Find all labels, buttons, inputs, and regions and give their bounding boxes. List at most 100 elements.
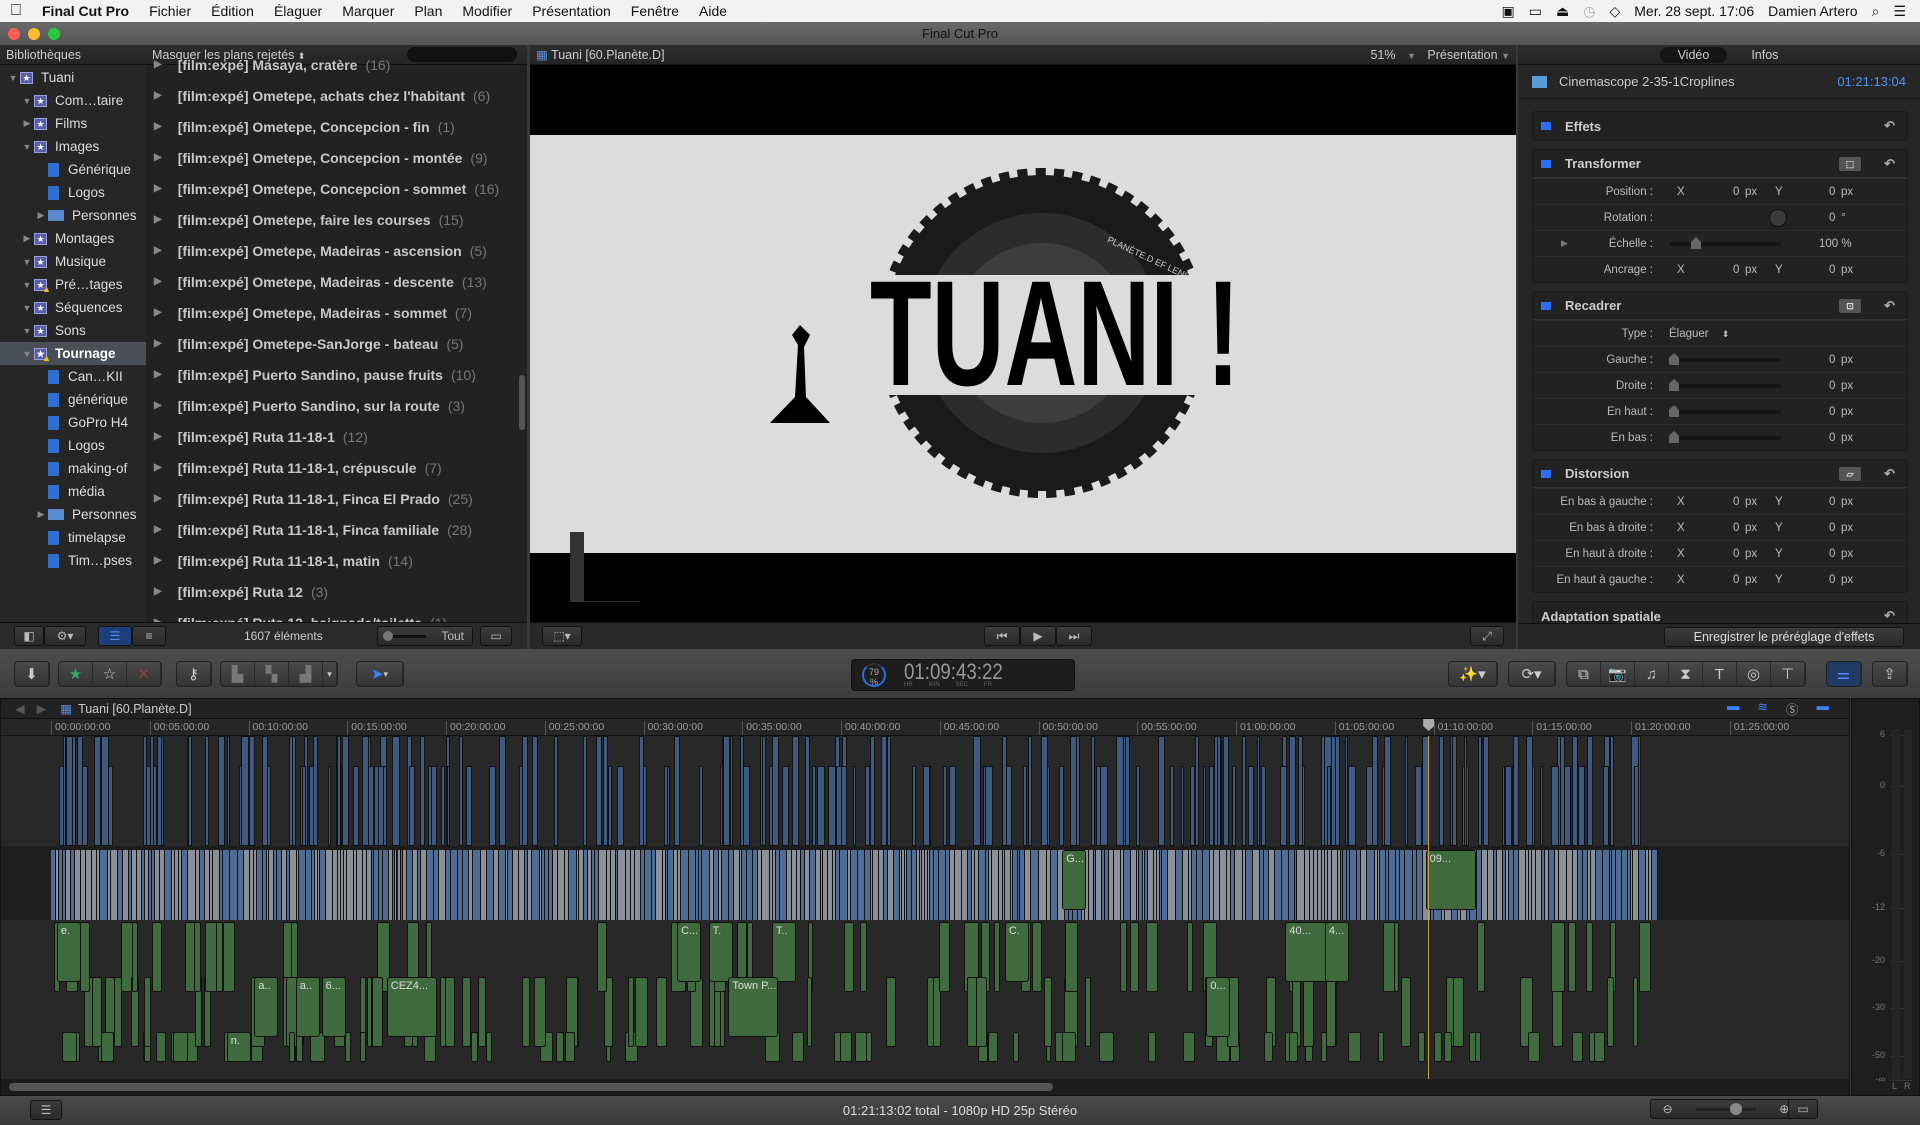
audio-clip[interactable] (565, 1032, 576, 1062)
audio-clip[interactable] (360, 1032, 366, 1062)
connected-clip[interactable] (1231, 766, 1236, 846)
audio-clip[interactable] (844, 922, 854, 992)
connected-clip[interactable] (327, 766, 332, 846)
connected-clip[interactable] (142, 736, 147, 846)
snapping-icon[interactable]: ▬ (1817, 699, 1830, 718)
connected-clip[interactable] (1180, 766, 1185, 846)
reset-icon[interactable]: ↶ (1884, 298, 1895, 314)
audio-clip[interactable] (967, 977, 978, 1047)
audio-clip[interactable] (1129, 922, 1140, 992)
connected-clip[interactable] (1242, 736, 1246, 846)
video-effects-icon[interactable]: ⧉ (1567, 662, 1601, 686)
audio-clip[interactable] (1187, 922, 1193, 992)
connected-clip[interactable] (643, 766, 648, 846)
scale-field[interactable]: 100 % (1819, 238, 1852, 250)
zoom-popup[interactable]: 51% (1370, 48, 1395, 62)
connected-clip[interactable] (1603, 766, 1609, 846)
time-machine-icon[interactable]: ◷ (1583, 3, 1595, 20)
distort-onscreen-button[interactable]: ▱ (1839, 466, 1861, 481)
audio-clip[interactable] (859, 922, 868, 992)
titles-icon[interactable]: T (1703, 662, 1737, 686)
video-clip[interactable] (722, 850, 729, 920)
clip-appearance-button[interactable]: ▭ (1788, 1099, 1818, 1119)
audio-clip[interactable] (1585, 922, 1594, 992)
audio-clip[interactable] (1606, 977, 1614, 1047)
library-item[interactable]: ▶ Personnes (0, 503, 146, 526)
connected-clip[interactable] (729, 736, 734, 846)
video-clip[interactable] (558, 850, 566, 920)
video-skimming-icon[interactable]: ▬ (1727, 699, 1740, 718)
audio-clip[interactable] (1032, 922, 1043, 992)
audio-clip[interactable] (1182, 1032, 1196, 1062)
browser-item[interactable]: ▶ [film:expé] Ometepe, Concepcion - fin (1… (146, 111, 527, 142)
library-item[interactable]: ▼ ★ ▲ Pré…tages (0, 273, 146, 296)
menu-6[interactable]: Présentation (522, 3, 621, 19)
video-clip[interactable] (599, 850, 607, 920)
video-clip[interactable] (325, 850, 333, 920)
position-y-field[interactable]: 0 (1829, 186, 1835, 198)
save-effects-preset-button[interactable]: Enregistrer le préréglage d'effets (1664, 627, 1904, 647)
connected-clip[interactable] (446, 766, 451, 846)
edit-mode-dropdown[interactable]: ▾ (323, 662, 337, 686)
connected-clip[interactable] (1247, 766, 1255, 846)
audio-clip[interactable] (485, 1032, 493, 1062)
disclosure-triangle-icon[interactable]: ▶ (154, 462, 162, 473)
library-item[interactable]: média (0, 480, 146, 503)
connected-clip[interactable] (1203, 766, 1207, 846)
disclosure-triangle-icon[interactable]: ▶ (154, 90, 162, 101)
connected-clip[interactable] (723, 736, 730, 846)
browser-item[interactable]: ▶ [film:expé] Ometepe, Madeiras - ascensi… (146, 235, 527, 266)
disclosure-triangle-icon[interactable]: ▶ (154, 276, 162, 287)
audio-clip[interactable] (155, 1032, 166, 1062)
audio-clip[interactable] (1147, 1032, 1156, 1062)
audio-clip[interactable] (939, 922, 951, 992)
audio-clip[interactable] (1061, 1032, 1076, 1062)
enhancements-icon[interactable]: ✨▾ (1449, 662, 1497, 686)
browser-item[interactable]: ▶ [film:expé] Ruta 11-18-1, crépuscule (7) (146, 452, 527, 483)
disclosure-triangle-icon[interactable]: ▼ (20, 280, 34, 290)
themes-icon[interactable]: ⊤ (1771, 662, 1805, 686)
browser-scrollbar[interactable] (519, 375, 525, 430)
browser-item[interactable]: ▶ [film:expé] Ometepe, Madeiras - sommet (… (146, 297, 527, 328)
transform-onscreen-button[interactable]: ⬚ (1839, 156, 1861, 171)
anchor-y-field[interactable]: 0 (1829, 264, 1835, 276)
connected-clip[interactable] (1135, 766, 1140, 846)
browser-search-input[interactable] (407, 47, 517, 62)
audio-clip[interactable] (708, 977, 716, 1047)
audio-clip[interactable] (1527, 1032, 1540, 1062)
audio-clip[interactable] (1325, 977, 1336, 1047)
audio-clip[interactable] (1146, 922, 1158, 992)
disclosure-triangle-icon[interactable]: ▶ (154, 493, 162, 504)
rotation-dial[interactable] (1769, 209, 1787, 227)
browser-item[interactable]: ▶ [film:expé] Ruta 11-18-1, Finca El Prad… (146, 483, 527, 514)
connected-clip[interactable] (1633, 766, 1639, 846)
audio-clip[interactable] (372, 977, 384, 1047)
audio-clip[interactable] (1084, 977, 1092, 1047)
connected-clip[interactable] (521, 736, 529, 846)
connected-clip[interactable] (1256, 736, 1260, 846)
share-icon[interactable]: ⇪ (1873, 662, 1907, 686)
distort-y-field[interactable]: 0 (1829, 522, 1835, 534)
video-clip[interactable] (1246, 850, 1254, 920)
disclosure-triangle-icon[interactable]: ▼ (20, 349, 34, 359)
labeled-clip[interactable]: C. (1004, 922, 1029, 982)
distortion-enable-checkbox[interactable] (1541, 469, 1551, 478)
crop-value-field[interactable]: 0 (1829, 354, 1835, 366)
audio-clip[interactable] (1119, 922, 1127, 992)
connected-clip[interactable] (1058, 766, 1064, 846)
library-item[interactable]: ▼ ★ Séquences (0, 296, 146, 319)
fullscreen-button[interactable]: ⤢ (1470, 626, 1504, 646)
view-popup[interactable]: Présentation (1427, 48, 1497, 62)
distort-x-field[interactable]: 0 (1733, 522, 1739, 534)
video-clip[interactable] (498, 850, 507, 920)
connected-clip[interactable] (352, 766, 360, 846)
audio-clip[interactable] (289, 1032, 295, 1062)
connected-clip[interactable] (1041, 736, 1049, 846)
video-clip[interactable] (438, 850, 447, 920)
playhead-handle[interactable] (1423, 719, 1435, 731)
labeled-clip[interactable]: 09... (1425, 850, 1476, 910)
retime-icon[interactable]: ⟳▾ (1509, 662, 1555, 686)
video-clip[interactable] (230, 850, 238, 920)
connected-clip[interactable] (313, 736, 319, 846)
audio-clip[interactable] (204, 922, 218, 992)
